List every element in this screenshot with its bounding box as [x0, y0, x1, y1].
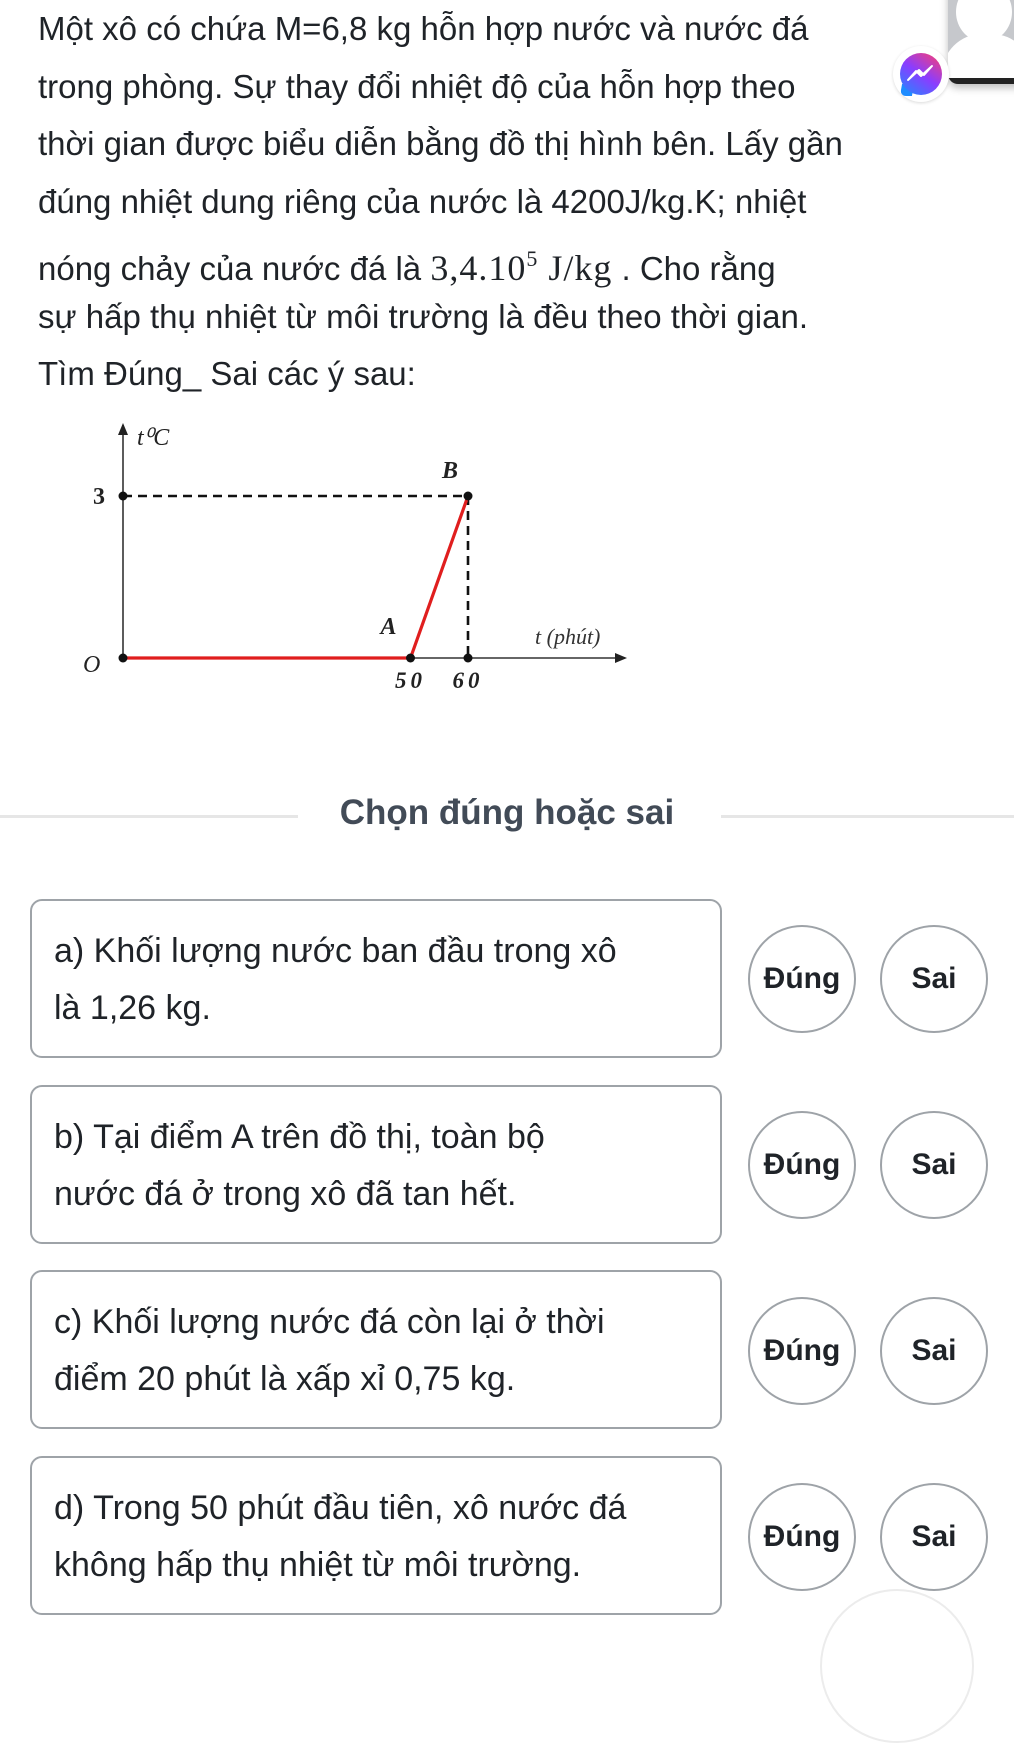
statement-text: d) Trong 50 phút đầu tiên, xô nước đá kh… [54, 1480, 704, 1594]
formula-exponent: 5 [526, 246, 539, 271]
y-tick-label: 3 [93, 484, 105, 510]
false-button-c[interactable]: Sai [880, 1297, 988, 1405]
x-tick-label: 50 [395, 668, 426, 693]
section-title: Chọn đúng hoặc sai [339, 793, 675, 832]
statement-line-1: c) Khối lượng nước đá còn lại ở thời [54, 1303, 605, 1341]
statement-line-1: a) Khối lượng nước ban đầu trong xô [54, 932, 617, 970]
statement-line-2: nước đá ở trong xô đã tan hết. [54, 1175, 517, 1213]
question-text: Một xô có chứa M=6,8 kg hỗn hợp nước và … [38, 0, 968, 403]
question-line-5-suffix: . Cho rằng [612, 250, 776, 287]
chart-svg: t⁰C t (phút) O 50 60 3 A B [83, 423, 627, 693]
question-line-5-prefix: nóng chảy của nước đá là [38, 250, 431, 287]
section-header: Chọn đúng hoặc sai [0, 788, 1014, 848]
question-line-1: Một xô có chứa M=6,8 kg hỗn hợp nước và … [38, 10, 809, 47]
question-line-6: sự hấp thụ nhiệt từ môi trường là đều th… [38, 297, 808, 335]
statement-card-b: b) Tại điểm A trên đồ thị, toàn bộ nước … [30, 1085, 722, 1244]
partial-choice-circle[interactable] [820, 1589, 974, 1743]
data-point-B [463, 491, 473, 501]
statement-line-2: là 1,26 kg. [54, 989, 211, 1027]
point-label-B: B [441, 458, 458, 484]
true-button-a[interactable]: Đúng [748, 925, 856, 1033]
formula-base: 3,4.10 [430, 248, 527, 288]
true-button-c[interactable]: Đúng [748, 1297, 856, 1405]
statement-line-1: d) Trong 50 phút đầu tiên, xô nước đá [54, 1489, 627, 1527]
false-button-d[interactable]: Sai [880, 1483, 988, 1591]
question-line-4: đúng nhiệt dung riêng của nước là 4200J/… [38, 182, 807, 220]
statement-card-c: c) Khối lượng nước đá còn lại ở thời điể… [30, 1270, 722, 1429]
formula-unit: J/kg [538, 248, 613, 288]
statement-card-a: a) Khối lượng nước ban đầu trong xô là 1… [30, 899, 722, 1058]
false-button-b[interactable]: Sai [880, 1111, 988, 1219]
statement-card-d: d) Trong 50 phút đầu tiên, xô nước đá kh… [30, 1456, 722, 1615]
question-line-3: thời gian được biểu diễn bằng đồ thị hìn… [38, 125, 843, 162]
statement-line-1: b) Tại điểm A trên đồ thị, toàn bộ [54, 1118, 545, 1156]
false-button-a[interactable]: Sai [880, 925, 988, 1033]
messenger-bolt-icon [907, 65, 933, 81]
statement-text: c) Khối lượng nước đá còn lại ở thời điể… [54, 1294, 704, 1408]
y-axis-label: t⁰C [137, 425, 170, 451]
true-button-b[interactable]: Đúng [748, 1111, 856, 1219]
profile-avatar-icon[interactable] [948, 0, 1014, 84]
question-line-2: trong phòng. Sự thay đổi nhiệt độ của hỗ… [38, 67, 796, 105]
data-point-A [406, 653, 415, 663]
series-segment-2 [408, 494, 470, 660]
divider-right [721, 815, 1014, 818]
origin-label: O [83, 652, 100, 678]
true-button-d[interactable]: Đúng [748, 1483, 856, 1591]
statement-text: b) Tại điểm A trên đồ thị, toàn bộ nước … [54, 1109, 704, 1223]
statement-line-2: điểm 20 phút là xấp xỉ 0,75 kg. [54, 1360, 516, 1398]
messenger-icon[interactable] [893, 46, 949, 102]
x-axis-label: t (phút) [535, 624, 600, 649]
question-line-5: nóng chảy của nước đá là 3,4.105 J/kg . … [38, 230, 968, 288]
statement-text: a) Khối lượng nước ban đầu trong xô là 1… [54, 923, 704, 1037]
latent-heat-formula: 3,4.105 J/kg [430, 246, 613, 288]
y-tick-dot [118, 491, 128, 501]
question-line-7: Tìm Đúng_ Sai các ý sau: [38, 355, 416, 392]
temperature-time-chart: t⁰C t (phút) O 50 60 3 A B [80, 410, 680, 730]
x-tick-label: 60 [453, 668, 484, 693]
point-label-A: A [379, 614, 397, 640]
avatar-shadow-bar [948, 78, 1014, 84]
x-tick-dot-60 [463, 653, 473, 663]
data-point-origin [118, 653, 128, 663]
statement-line-2: không hấp thụ nhiệt từ môi trường. [54, 1546, 582, 1584]
